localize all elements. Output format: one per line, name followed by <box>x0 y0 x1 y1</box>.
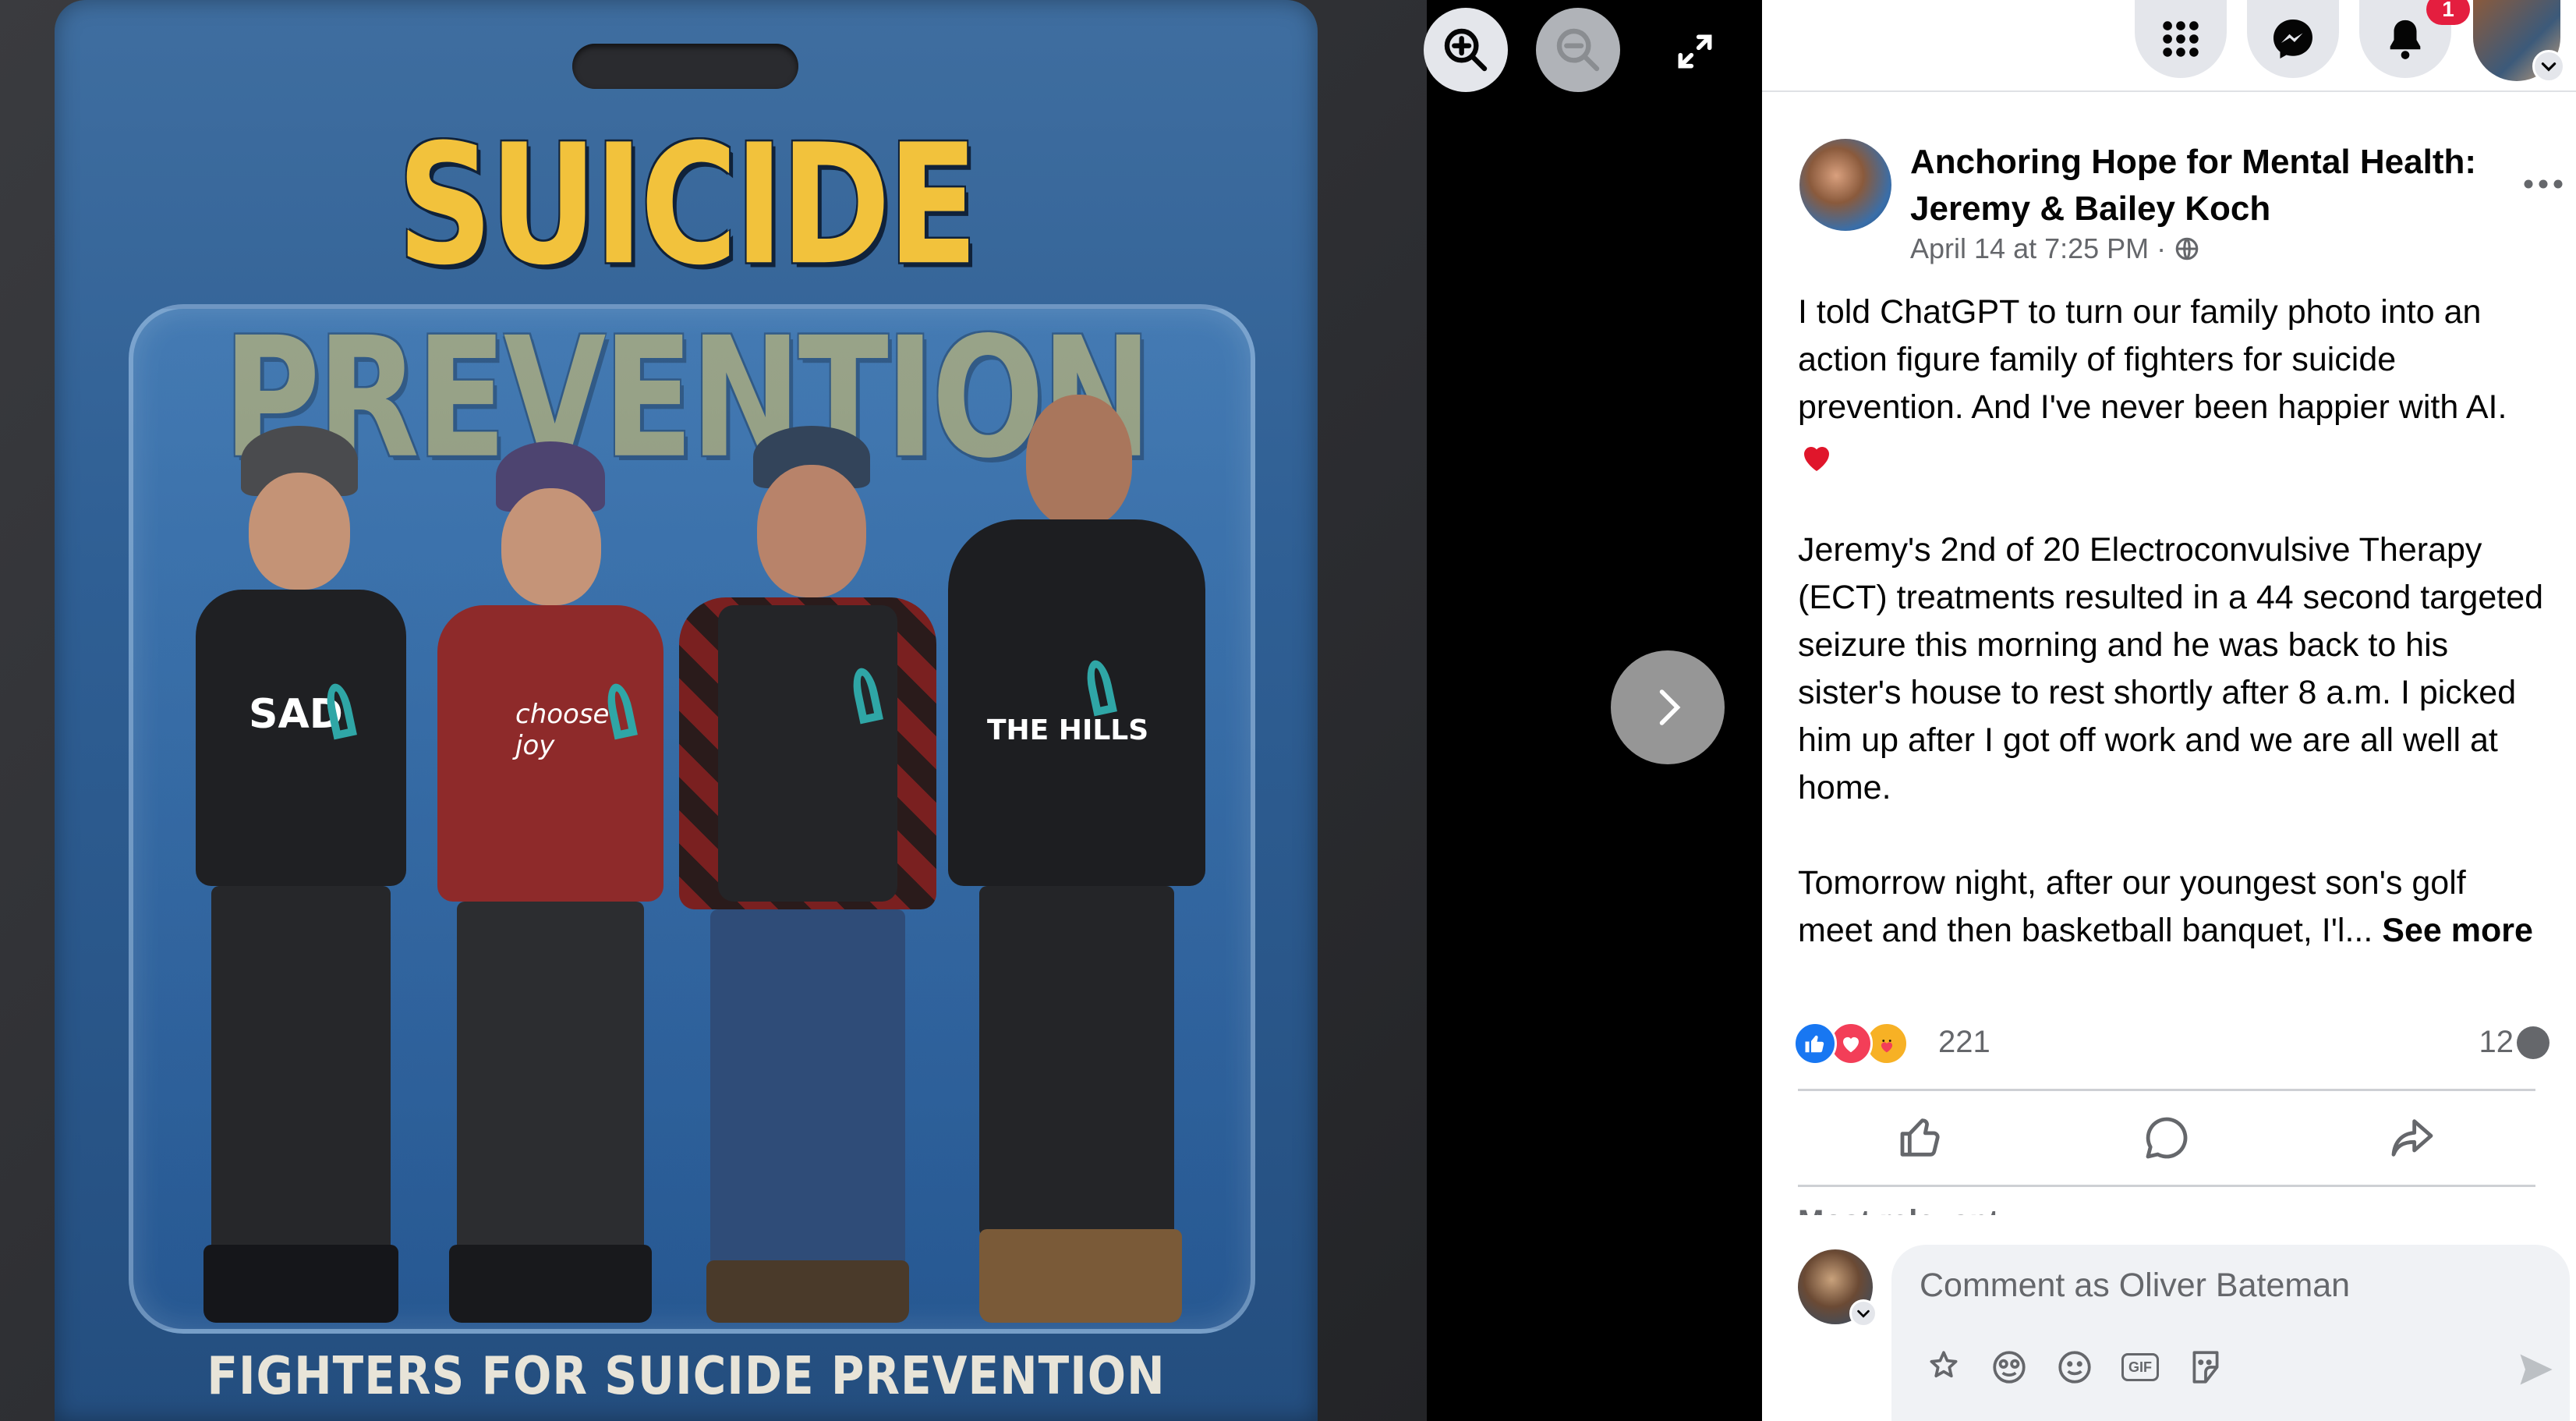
next-photo-button[interactable] <box>1611 650 1725 764</box>
card-hang-hole <box>572 44 798 89</box>
emoji-expression-button[interactable] <box>1988 1346 2030 1388</box>
emoji-button[interactable] <box>2054 1346 2096 1388</box>
bell-icon <box>2390 19 2421 59</box>
hoodie <box>948 519 1205 886</box>
zoom-out-button[interactable] <box>1536 8 1620 92</box>
notifications-badge: 1 <box>2426 0 2470 25</box>
share-button[interactable] <box>2290 1091 2535 1185</box>
figure-legs <box>457 902 644 1253</box>
fullscreen-button[interactable] <box>1653 9 1737 94</box>
comment-box: GIF <box>1891 1245 2570 1421</box>
like-button[interactable] <box>1798 1091 2043 1185</box>
figure-boots <box>979 1229 1182 1323</box>
gif-button[interactable]: GIF <box>2119 1346 2161 1388</box>
photo-viewer: SUICIDE PREVENTION SAD <box>0 0 1762 1421</box>
composer-tools: GIF <box>1923 1346 2227 1388</box>
comment-bubble-icon <box>2517 1026 2549 1059</box>
post-options-button[interactable] <box>2520 168 2567 200</box>
comment-input[interactable] <box>1920 1260 2512 1310</box>
sticker-icon <box>2192 1351 2219 1384</box>
send-icon <box>2520 1354 2553 1385</box>
shirt-print: choose joy <box>515 699 610 761</box>
globe-icon <box>2175 237 2199 260</box>
figure-boots <box>203 1245 398 1323</box>
sticker-button[interactable] <box>2185 1346 2227 1388</box>
page-name-link[interactable]: Anchoring Hope for Mental Health: Jeremy… <box>1910 139 2503 232</box>
like-reaction-icon <box>1793 1022 1837 1065</box>
action-figure-1: SAD <box>180 426 414 1331</box>
gif-icon: GIF <box>2121 1353 2159 1381</box>
comment-sort-dropdown[interactable]: Most relevant <box>1798 1198 2032 1215</box>
post-paragraph-3: Tomorrow night, after our youngest son's… <box>1798 859 2546 955</box>
menu-button[interactable] <box>2135 0 2227 78</box>
thumbs-up-icon <box>1900 1118 1940 1157</box>
chevron-down-icon <box>2541 62 2557 72</box>
post-paragraph-1-text: I told ChatGPT to turn our family photo … <box>1798 293 2507 426</box>
figure-head <box>249 473 350 590</box>
post-photo[interactable]: SUICIDE PREVENTION SAD <box>0 0 1427 1421</box>
composer-profile-switch[interactable] <box>1849 1299 1877 1327</box>
screen: SUICIDE PREVENTION SAD <box>0 0 2576 1421</box>
fullscreen-icon <box>1678 34 1712 69</box>
avatar-sticker-button[interactable] <box>1923 1346 1965 1388</box>
action-figure-card: SUICIDE PREVENTION SAD <box>55 0 1318 1421</box>
figure-legs <box>979 886 1174 1237</box>
post-meta: April 14 at 7:25 PM · <box>1910 232 2200 265</box>
reaction-count[interactable]: 221 <box>1938 1025 1990 1060</box>
shirt-print: THE HILLS <box>987 714 1149 746</box>
reactions-summary: 221 12 <box>1793 1020 2549 1067</box>
send-comment-button[interactable] <box>2512 1346 2559 1393</box>
post-panel: 1 Anchoring Hope for Mental Health: Jere… <box>1762 0 2576 1421</box>
heart-emoji <box>1798 438 1835 476</box>
blister-pack: SAD choose joy THE HILLS <box>129 304 1255 1334</box>
figure-boots <box>449 1245 652 1323</box>
comment-composer: GIF <box>1798 1245 2570 1421</box>
figure-legs <box>211 886 391 1253</box>
figure-boots <box>706 1260 909 1323</box>
figure-head <box>1026 395 1132 527</box>
top-navigation-bar: 1 <box>1762 0 2576 92</box>
action-figure-3 <box>679 426 936 1331</box>
post-actions-bar <box>1798 1089 2535 1187</box>
page-avatar[interactable] <box>1799 139 1891 231</box>
zoom-out-icon <box>1556 28 1600 72</box>
grid-menu-icon <box>2163 21 2199 57</box>
figure-head <box>501 488 601 605</box>
comment-icon <box>2146 1117 2188 1159</box>
more-options-icon <box>2524 179 2563 189</box>
post-paragraph-2: Jeremy's 2nd of 20 Electroconvulsive The… <box>1798 531 2544 806</box>
chevron-right-icon <box>1659 689 1681 725</box>
action-figure-4: THE HILLS <box>948 395 1205 1331</box>
messenger-button[interactable] <box>2247 0 2339 78</box>
figure-torso <box>196 590 406 886</box>
post-text: I told ChatGPT to turn our family photo … <box>1798 289 2546 955</box>
see-more-link[interactable]: See more <box>2382 912 2533 949</box>
emoji-face-icon <box>1993 1351 2026 1384</box>
post-paragraph-3-text: Tomorrow night, after our youngest son's… <box>1798 864 2466 949</box>
smiley-icon <box>2058 1351 2091 1384</box>
action-figure-2: choose joy <box>422 441 671 1331</box>
zoom-in-button[interactable] <box>1424 8 1508 92</box>
share-icon <box>2391 1119 2433 1157</box>
comment-button[interactable] <box>2043 1091 2289 1185</box>
post-paragraph-1: I told ChatGPT to turn our family photo … <box>1798 289 2546 479</box>
account-menu-button[interactable] <box>2532 50 2565 83</box>
comment-count[interactable]: 12 <box>2479 1025 2514 1060</box>
tactical-vest <box>718 605 897 902</box>
reaction-icons[interactable] <box>1793 1020 1909 1067</box>
avatar-sticker-icon <box>1930 1351 1958 1378</box>
meta-separator: · <box>2157 232 2167 264</box>
chevron-down-icon <box>1857 1309 1870 1318</box>
card-subtitle: FIGHTERS FOR SUICIDE PREVENTION <box>207 1345 1166 1407</box>
figure-head <box>757 465 866 597</box>
zoom-in-icon <box>1444 28 1488 72</box>
post-timestamp[interactable]: April 14 at 7:25 PM <box>1910 232 2149 265</box>
messenger-icon <box>2273 19 2312 58</box>
figure-legs <box>710 909 905 1268</box>
